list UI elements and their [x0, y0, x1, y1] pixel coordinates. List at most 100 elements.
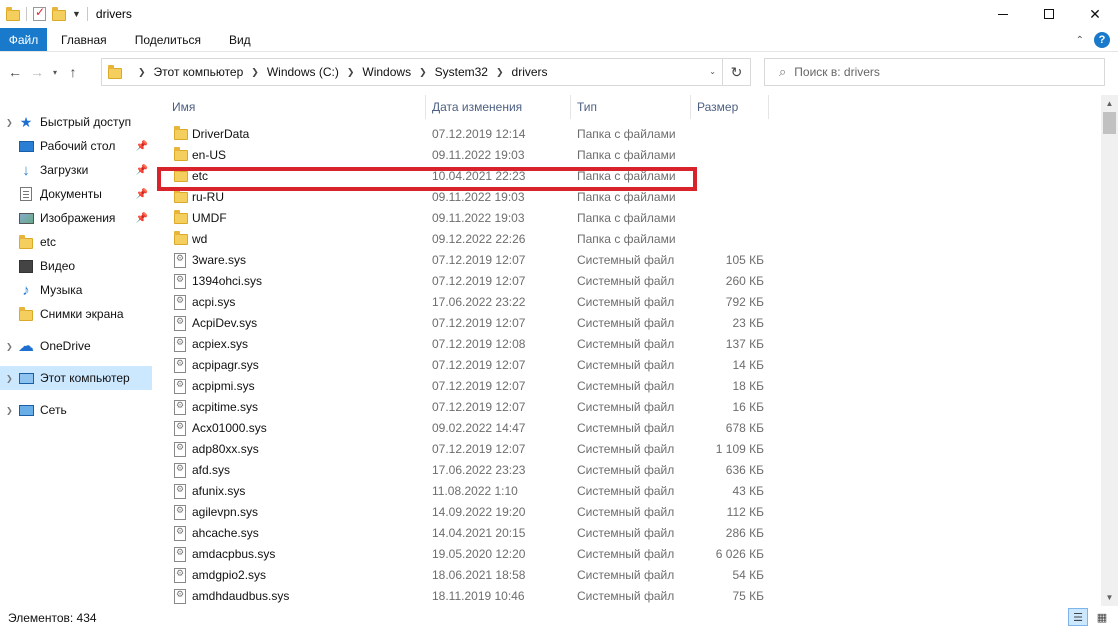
sidebar-item-desktop[interactable]: Рабочий стол 📌 [0, 134, 152, 158]
scroll-up-icon[interactable]: ▲ [1101, 95, 1118, 112]
table-row[interactable]: amdhdaudbus.sys 18.11.2019 10:46 Системный… [168, 586, 788, 606]
address-bar[interactable]: ❯ Этот компьютер ❯ Windows (C:) ❯ Window… [101, 58, 723, 86]
search-input[interactable] [794, 65, 1075, 79]
expand-icon[interactable]: ❯ [6, 342, 18, 351]
sidebar-item-downloads[interactable]: ↓ Загрузки 📌 [0, 158, 152, 182]
table-row[interactable]: amdgpio2.sys 18.06.2021 18:58 Системный фа… [168, 565, 788, 586]
tab-home[interactable]: Главная [47, 28, 121, 51]
sidebar-item-label: Загрузки [40, 163, 89, 177]
chevron-right-icon[interactable]: ❯ [419, 67, 427, 78]
column-header-size[interactable]: Размер [691, 95, 769, 119]
forward-button[interactable]: → [26, 64, 48, 80]
file-date: 07.12.2019 12:07 [432, 253, 526, 267]
back-button[interactable]: ← [4, 64, 26, 80]
file-date: 17.06.2022 23:22 [432, 295, 526, 309]
file-name: acpipagr.sys [192, 358, 259, 372]
music-icon: ♪ [22, 281, 30, 299]
file-size: 636 КБ [725, 463, 764, 477]
chevron-right-icon[interactable]: ❯ [347, 67, 355, 78]
tab-share[interactable]: Поделиться [121, 28, 215, 51]
system-file-icon [174, 400, 186, 415]
tab-view[interactable]: Вид [215, 28, 265, 51]
large-icons-view-button[interactable]: ▦ [1092, 608, 1112, 626]
sidebar-item-music[interactable]: ♪ Музыка [0, 278, 152, 302]
folder-icon [18, 234, 34, 250]
refresh-button[interactable]: ↻ [723, 58, 751, 86]
column-header-name[interactable]: Имя [166, 95, 426, 119]
chevron-right-icon[interactable]: ❯ [138, 67, 146, 78]
file-size [698, 187, 764, 208]
table-row[interactable]: acpi.sys 17.06.2022 23:22 Системный файл 79… [168, 292, 788, 313]
breadcrumb-drivers[interactable]: drivers [512, 65, 548, 79]
recent-locations-button[interactable]: ▾ [48, 68, 62, 77]
column-header-date[interactable]: Дата изменения [426, 95, 571, 119]
customize-toolbar-icon[interactable]: ▼ [72, 9, 81, 19]
breadcrumb-system32[interactable]: System32 [435, 65, 488, 79]
table-row[interactable]: AcpiDev.sys 07.12.2019 12:07 Системный фай… [168, 313, 788, 334]
sidebar-item-video[interactable]: Видео [0, 254, 152, 278]
table-row[interactable]: adp80xx.sys 07.12.2019 12:07 Системный фай… [168, 439, 788, 460]
new-folder-icon[interactable] [52, 7, 66, 21]
expand-icon[interactable]: ❯ [6, 374, 18, 383]
up-button[interactable]: ↑ [62, 64, 84, 80]
scroll-down-icon[interactable]: ▼ [1101, 589, 1118, 606]
breadcrumb-drive-c[interactable]: Windows (C:) [267, 65, 339, 79]
scrollbar-thumb[interactable] [1103, 112, 1116, 134]
file-name: wd [192, 232, 208, 246]
details-view-button[interactable]: ☰ [1068, 608, 1088, 626]
star-icon: ★ [19, 113, 33, 130]
expand-icon[interactable]: ❯ [6, 118, 18, 127]
sidebar-item-onedrive[interactable]: ❯ ☁ OneDrive [0, 334, 152, 358]
table-row[interactable]: afd.sys 17.06.2022 23:23 Системный файл 636… [168, 460, 788, 481]
file-size: 678 КБ [725, 421, 764, 435]
file-date: 09.11.2022 19:03 [432, 211, 525, 225]
table-row[interactable]: en-US 09.11.2022 19:03 Папка с файлами [168, 145, 788, 166]
sidebar-item-this-pc[interactable]: ❯ Этот компьютер [0, 366, 152, 390]
table-row[interactable]: 3ware.sys 07.12.2019 12:07 Системный файл 1… [168, 250, 788, 271]
maximize-button[interactable] [1026, 0, 1072, 28]
table-row[interactable]: acpitime.sys 07.12.2019 12:07 Системный фа… [168, 397, 788, 418]
separator [26, 7, 27, 21]
table-row[interactable]: acpiex.sys 07.12.2019 12:08 Системный файл… [168, 334, 788, 355]
file-type: Папка с файлами [577, 127, 676, 141]
file-type: Системный файл [577, 442, 675, 456]
tab-file[interactable]: Файл [0, 28, 47, 51]
properties-icon[interactable] [33, 5, 46, 21]
sidebar-item-network[interactable]: ❯ Сеть [0, 398, 152, 422]
table-row[interactable]: acpipagr.sys 07.12.2019 12:07 Системный фа… [168, 355, 788, 376]
sidebar-item-quick-access[interactable]: ❯ ★ Быстрый доступ [0, 110, 152, 134]
close-button[interactable]: ✕ [1072, 0, 1118, 28]
table-row[interactable]: afunix.sys 11.08.2022 1:10 Системный файл 4… [168, 481, 788, 502]
sidebar-item-documents[interactable]: Документы 📌 [0, 182, 152, 206]
expand-ribbon-icon[interactable]: ⌃ [1076, 35, 1084, 46]
system-file-icon [174, 295, 186, 310]
minimize-button[interactable] [980, 0, 1026, 28]
file-date: 18.11.2019 10:46 [432, 589, 525, 603]
chevron-right-icon[interactable]: ❯ [496, 67, 504, 78]
file-date: 07.12.2019 12:14 [432, 127, 526, 141]
address-dropdown-icon[interactable]: ⌄ [709, 67, 716, 76]
table-row[interactable]: UMDF 09.11.2022 19:03 Папка с файлами [168, 208, 788, 229]
breadcrumb-this-pc[interactable]: Этот компьютер [154, 65, 244, 79]
table-row[interactable]: Acx01000.sys 09.02.2022 14:47 Системный фа… [168, 418, 788, 439]
table-row[interactable]: agilevpn.sys 14.09.2022 19:20 Системный фа… [168, 502, 788, 523]
table-row[interactable]: amdacpbus.sys 19.05.2020 12:20 Системный ф… [168, 544, 788, 565]
file-name: acpiex.sys [192, 337, 249, 351]
help-icon[interactable]: ? [1094, 32, 1110, 48]
sidebar-item-etc[interactable]: etc [0, 230, 152, 254]
table-row[interactable]: 1394ohci.sys 07.12.2019 12:07 Системный фа… [168, 271, 788, 292]
column-header-type[interactable]: Тип [571, 95, 691, 119]
chevron-right-icon[interactable]: ❯ [251, 67, 259, 78]
sidebar-item-screenshots[interactable]: Снимки экрана [0, 302, 152, 326]
file-size: 792 КБ [725, 295, 764, 309]
file-date: 17.06.2022 23:23 [432, 463, 526, 477]
table-row[interactable]: wd 09.12.2022 22:26 Папка с файлами [168, 229, 788, 250]
table-row[interactable]: DriverData 07.12.2019 12:14 Папка с файлам… [168, 124, 788, 145]
search-box[interactable]: ⌕ [764, 58, 1105, 86]
expand-icon[interactable]: ❯ [6, 406, 18, 415]
breadcrumb-windows[interactable]: Windows [362, 65, 411, 79]
vertical-scrollbar[interactable]: ▲ ▼ [1101, 95, 1118, 606]
table-row[interactable]: ahcache.sys 14.04.2021 20:15 Системный фай… [168, 523, 788, 544]
table-row[interactable]: acpipmi.sys 07.12.2019 12:07 Системный фай… [168, 376, 788, 397]
sidebar-item-pictures[interactable]: Изображения 📌 [0, 206, 152, 230]
